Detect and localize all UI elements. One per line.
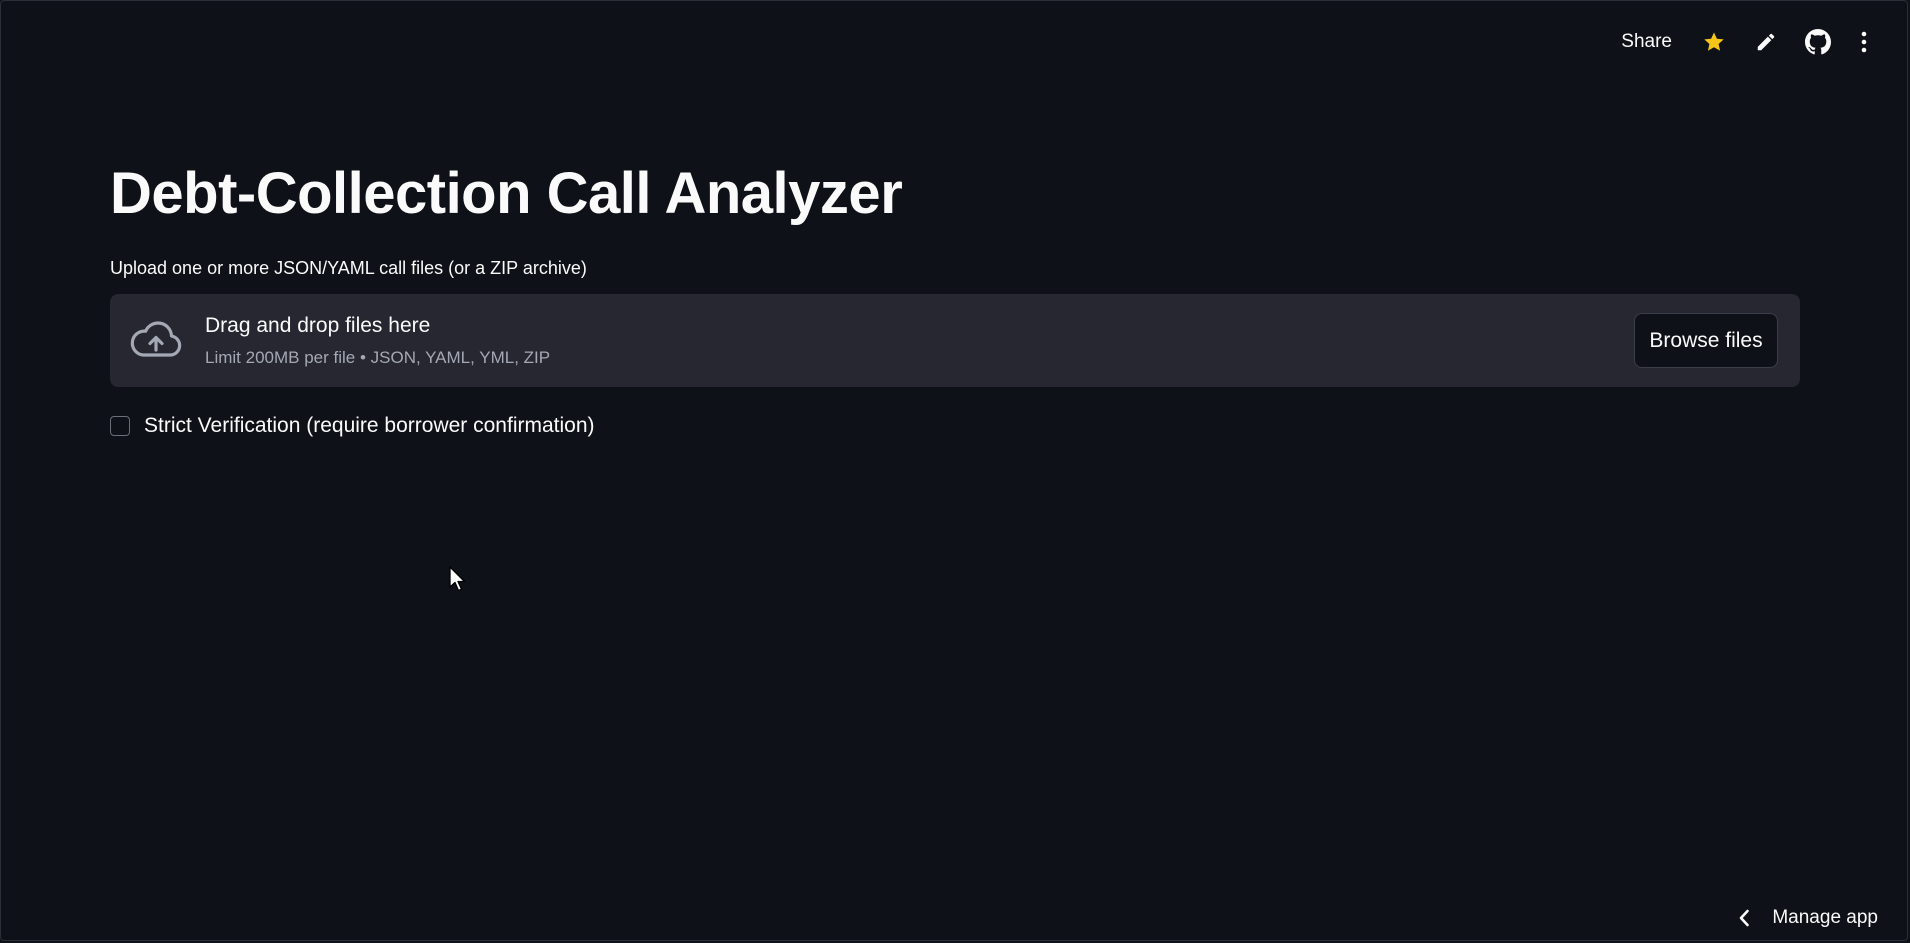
edit-button[interactable] (1742, 22, 1790, 62)
file-dropzone[interactable]: Drag and drop files here Limit 200MB per… (110, 294, 1800, 387)
upload-label: Upload one or more JSON/YAML call files … (110, 258, 587, 278)
share-button[interactable]: Share (1607, 23, 1686, 61)
dropzone-title: Drag and drop files here (205, 314, 431, 337)
more-vertical-icon (1861, 31, 1867, 53)
strict-verification-label: Strict Verification (require borrower co… (144, 414, 595, 437)
strict-verification-checkbox[interactable] (110, 416, 130, 436)
strict-verification-toggle[interactable]: Strict Verification (require borrower co… (110, 414, 595, 438)
app-window (0, 0, 1908, 941)
chevron-left-icon (1740, 909, 1750, 927)
browse-files-button[interactable]: Browse files (1634, 313, 1778, 368)
top-toolbar: Share (1607, 22, 1882, 62)
mouse-pointer-icon (449, 566, 466, 592)
manage-app-label: Manage app (1772, 907, 1878, 928)
github-icon (1805, 29, 1831, 55)
cloud-upload-icon (130, 321, 182, 357)
favorite-button[interactable] (1690, 22, 1738, 62)
pencil-icon (1757, 33, 1775, 51)
github-button[interactable] (1794, 22, 1842, 62)
manage-app-button[interactable]: Manage app (1738, 907, 1878, 929)
page-title: Debt-Collection Call Analyzer (110, 161, 903, 226)
dropzone-limit-text: Limit 200MB per file • JSON, YAML, YML, … (205, 348, 551, 367)
main-menu-button[interactable] (1846, 22, 1882, 62)
star-icon (1704, 32, 1724, 51)
